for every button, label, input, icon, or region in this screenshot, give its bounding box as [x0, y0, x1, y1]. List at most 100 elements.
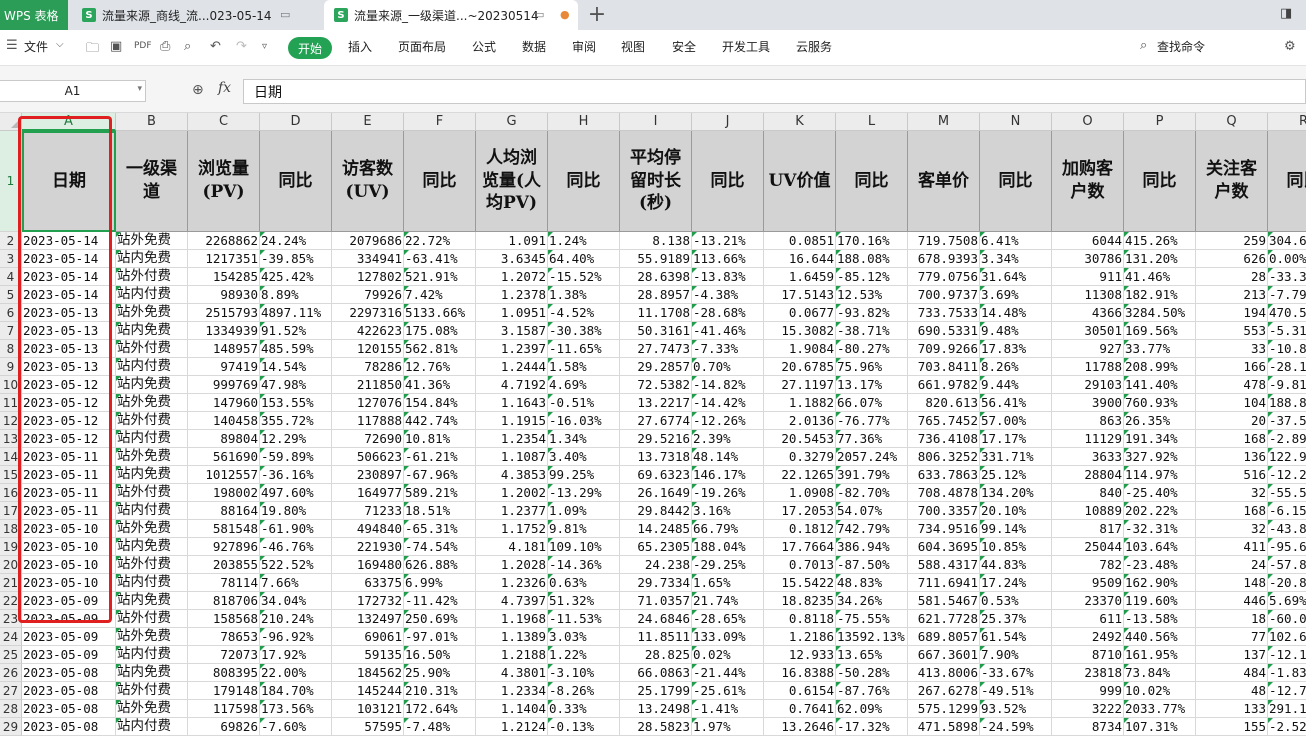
table-cell[interactable]: 153.55% [260, 394, 332, 412]
table-cell[interactable]: 188.04% [692, 538, 764, 556]
chevron-down-icon[interactable]: ▾ [137, 84, 142, 94]
table-cell[interactable]: 267.6278 [908, 682, 980, 700]
table-cell[interactable]: -3.10% [548, 664, 620, 682]
table-cell[interactable]: 927 [1052, 340, 1124, 358]
row-header[interactable]: 15 [0, 466, 22, 484]
table-cell[interactable]: 415.26% [1124, 232, 1196, 250]
row-header[interactable]: 8 [0, 340, 22, 358]
table-cell[interactable]: 391.79% [836, 466, 908, 484]
table-cell[interactable]: -60.0 [1268, 610, 1306, 628]
row-header[interactable]: 5 [0, 286, 22, 304]
table-cell[interactable]: 站内免费 [116, 538, 188, 556]
table-cell[interactable]: 446 [1196, 592, 1268, 610]
table-cell[interactable]: 10.85% [980, 538, 1052, 556]
table-cell[interactable]: 522.52% [260, 556, 332, 574]
table-cell[interactable]: 11.8511 [620, 628, 692, 646]
table-cell[interactable]: -14.82% [692, 376, 764, 394]
table-cell[interactable]: 411 [1196, 538, 1268, 556]
table-cell[interactable]: 29.7334 [620, 574, 692, 592]
table-cell[interactable]: 9.48% [980, 322, 1052, 340]
table-cell[interactable]: 604.3695 [908, 538, 980, 556]
table-cell[interactable]: 2023-05-14 [22, 232, 116, 250]
column-header-d[interactable]: D [260, 113, 332, 131]
table-cell[interactable]: 66.0863 [620, 664, 692, 682]
table-cell[interactable]: 169.56% [1124, 322, 1196, 340]
header-cell[interactable]: 一级渠道 [116, 131, 188, 232]
table-cell[interactable]: -25.40% [1124, 484, 1196, 502]
table-cell[interactable]: 1.0908 [764, 484, 836, 502]
row-header[interactable]: 20 [0, 556, 22, 574]
table-cell[interactable]: 11129 [1052, 430, 1124, 448]
table-cell[interactable]: -5.31 [1268, 322, 1306, 340]
table-cell[interactable]: 47.98% [260, 376, 332, 394]
table-cell[interactable]: 12.29% [260, 430, 332, 448]
table-cell[interactable]: 26.35% [1124, 412, 1196, 430]
table-cell[interactable]: -2.89 [1268, 430, 1306, 448]
app-tab[interactable]: WPS 表格 [0, 0, 68, 30]
table-cell[interactable]: 50.3161 [620, 322, 692, 340]
table-cell[interactable]: 0.7013 [764, 556, 836, 574]
table-cell[interactable]: 13.65% [836, 646, 908, 664]
table-cell[interactable]: 3.69% [980, 286, 1052, 304]
table-cell[interactable]: 1.24% [548, 232, 620, 250]
table-cell[interactable]: 184.70% [260, 682, 332, 700]
table-cell[interactable]: 355.72% [260, 412, 332, 430]
table-cell[interactable]: 62.09% [836, 700, 908, 718]
table-cell[interactable]: 28.5823 [620, 718, 692, 736]
table-cell[interactable]: 站内付费 [116, 574, 188, 592]
table-cell[interactable]: 442.74% [404, 412, 476, 430]
table-cell[interactable]: 172732 [332, 592, 404, 610]
table-cell[interactable]: 175.08% [404, 322, 476, 340]
table-cell[interactable]: 170.16% [836, 232, 908, 250]
table-cell[interactable]: 626 [1196, 250, 1268, 268]
table-cell[interactable]: -13.21% [692, 232, 764, 250]
table-cell[interactable]: 198002 [188, 484, 260, 502]
table-cell[interactable]: 2023-05-12 [22, 412, 116, 430]
table-cell[interactable]: 494840 [332, 520, 404, 538]
column-header-c[interactable]: C [188, 113, 260, 131]
table-cell[interactable]: 1.9084 [764, 340, 836, 358]
table-cell[interactable]: 33 [1196, 340, 1268, 358]
table-cell[interactable]: -2.52 [1268, 718, 1306, 736]
table-cell[interactable]: 29.2857 [620, 358, 692, 376]
table-cell[interactable]: 661.9782 [908, 376, 980, 394]
table-cell[interactable]: 27.7473 [620, 340, 692, 358]
table-cell[interactable]: 48 [1196, 682, 1268, 700]
table-cell[interactable]: 55.9189 [620, 250, 692, 268]
table-cell[interactable]: -37.5 [1268, 412, 1306, 430]
table-cell[interactable]: 71.0357 [620, 592, 692, 610]
header-cell[interactable]: 同比 [692, 131, 764, 232]
print-icon[interactable]: ⎙ [160, 39, 170, 54]
table-cell[interactable]: 562.81% [404, 340, 476, 358]
table-cell[interactable]: 168 [1196, 502, 1268, 520]
table-cell[interactable]: 11308 [1052, 286, 1124, 304]
row-header[interactable]: 10 [0, 376, 22, 394]
table-cell[interactable]: -55.5 [1268, 484, 1306, 502]
table-cell[interactable]: 99.25% [548, 466, 620, 484]
table-cell[interactable]: 678.9393 [908, 250, 980, 268]
table-cell[interactable]: -75.55% [836, 610, 908, 628]
table-cell[interactable]: 2023-05-12 [22, 394, 116, 412]
table-cell[interactable]: 154.84% [404, 394, 476, 412]
table-cell[interactable]: 28.8957 [620, 286, 692, 304]
redo-icon[interactable]: ↷ [236, 39, 247, 54]
table-cell[interactable]: 0.00% [1268, 250, 1306, 268]
table-cell[interactable]: 23818 [1052, 664, 1124, 682]
table-cell[interactable]: 485.59% [260, 340, 332, 358]
menu-formula[interactable]: 公式 [472, 38, 496, 55]
row-header[interactable]: 22 [0, 592, 22, 610]
table-cell[interactable]: 11.1708 [620, 304, 692, 322]
row-header[interactable]: 27 [0, 682, 22, 700]
table-cell[interactable]: 2.0136 [764, 412, 836, 430]
table-cell[interactable]: 2023-05-09 [22, 610, 116, 628]
hamburger-icon[interactable]: ☰ [6, 38, 18, 53]
table-cell[interactable]: -11.42% [404, 592, 476, 610]
table-cell[interactable]: 506623 [332, 448, 404, 466]
table-cell[interactable]: 1.2354 [476, 430, 548, 448]
table-cell[interactable]: 1.2188 [476, 646, 548, 664]
row-header[interactable]: 24 [0, 628, 22, 646]
table-cell[interactable]: 700.3357 [908, 502, 980, 520]
table-cell[interactable]: 站内免费 [116, 466, 188, 484]
table-cell[interactable]: -12.26% [692, 412, 764, 430]
table-cell[interactable]: -15.52% [548, 268, 620, 286]
